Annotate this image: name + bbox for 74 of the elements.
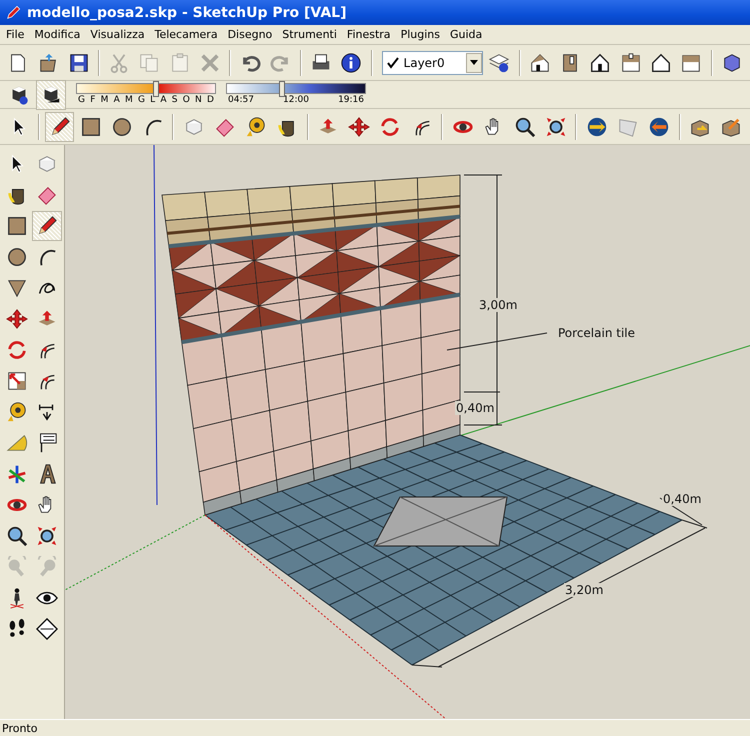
menu-item[interactable]: Plugins xyxy=(396,28,446,41)
menu-item[interactable]: Visualizza xyxy=(86,28,151,41)
delete-icon xyxy=(199,52,222,74)
move-icon xyxy=(6,308,28,330)
menu-item[interactable]: Guida xyxy=(446,28,488,41)
menu-item[interactable]: Strumenti xyxy=(278,28,343,41)
info-icon xyxy=(340,52,362,74)
month-label: M xyxy=(100,95,108,105)
menu-item[interactable]: Telecamera xyxy=(150,28,224,41)
dimension-label: 0,40m xyxy=(455,401,496,415)
copy-icon xyxy=(138,52,160,74)
eraser-icon xyxy=(36,184,58,206)
top-view-icon xyxy=(620,52,642,74)
model-viewport[interactable]: 3,00m Porcelain tile 0,40m 0,40m 3,20m xyxy=(65,145,750,719)
house-front-icon xyxy=(589,52,612,74)
save-icon xyxy=(68,52,90,74)
tape-measure-icon xyxy=(245,116,268,138)
circle-icon xyxy=(110,116,133,138)
tape-measure-icon xyxy=(6,401,28,423)
scale-icon xyxy=(6,370,28,392)
dimension-label: 3,00m xyxy=(478,298,518,312)
rectangle-icon xyxy=(6,215,28,237)
menu-item[interactable]: Modifica xyxy=(30,28,86,41)
protractor-icon xyxy=(6,432,28,454)
month-label: A xyxy=(160,95,167,105)
layer-dropdown[interactable]: Layer0 xyxy=(382,50,484,74)
pencil-icon xyxy=(5,4,21,20)
time-label: 12:00 xyxy=(283,95,309,105)
pencil-icon xyxy=(36,215,58,237)
month-label: O xyxy=(182,95,190,105)
dimension-label: 3,20m xyxy=(564,583,604,597)
magnifier-icon xyxy=(514,116,536,138)
axes-icon xyxy=(6,463,28,485)
menu-item[interactable]: Finestra xyxy=(342,28,397,41)
zoom-extents-icon xyxy=(544,116,567,138)
month-label: D xyxy=(207,95,214,105)
month-slider[interactable] xyxy=(76,83,216,94)
month-label: L xyxy=(150,95,156,105)
menu-item[interactable]: File xyxy=(2,28,30,41)
month-label: G xyxy=(78,95,85,105)
pencil-tool-button[interactable] xyxy=(32,211,62,241)
rotate-icon xyxy=(6,339,28,361)
time-label: 19:16 xyxy=(338,95,364,105)
month-label: M xyxy=(124,95,133,105)
previous-view-icon xyxy=(6,556,28,578)
month-label: S xyxy=(172,95,178,105)
month-label: F xyxy=(90,95,96,105)
month-label: A xyxy=(114,95,120,105)
triangle-icon xyxy=(6,277,28,299)
dimension-label: 0,40m xyxy=(662,492,702,506)
menu-item[interactable]: Disegno xyxy=(224,28,278,41)
next-view-icon xyxy=(36,556,58,578)
material-label: Porcelain tile xyxy=(557,326,636,340)
globe-icon xyxy=(586,116,608,138)
slider-thumb[interactable] xyxy=(152,81,159,97)
window-title: modello_posa2.skp - SketchUp Pro [VAL] xyxy=(27,4,346,20)
time-label: 04:57 xyxy=(228,95,254,105)
layers-info-icon xyxy=(488,52,510,74)
time-slider[interactable] xyxy=(226,83,366,94)
move-icon xyxy=(348,116,370,138)
month-label: G xyxy=(138,95,145,105)
rotate-icon xyxy=(379,116,402,138)
house-icon xyxy=(528,52,551,74)
rectangle-icon xyxy=(80,116,102,138)
section-plane-icon xyxy=(36,618,58,640)
month-label: N xyxy=(195,95,202,105)
house-outline-icon xyxy=(650,52,672,74)
circle-icon xyxy=(6,246,28,268)
zoom-extents-icon xyxy=(36,525,58,547)
status-text: Pronto xyxy=(2,722,38,734)
tool-button[interactable] xyxy=(45,112,74,142)
magnifier-icon xyxy=(6,525,28,547)
slider-thumb[interactable] xyxy=(279,81,286,97)
toolbar-button[interactable] xyxy=(36,80,66,110)
